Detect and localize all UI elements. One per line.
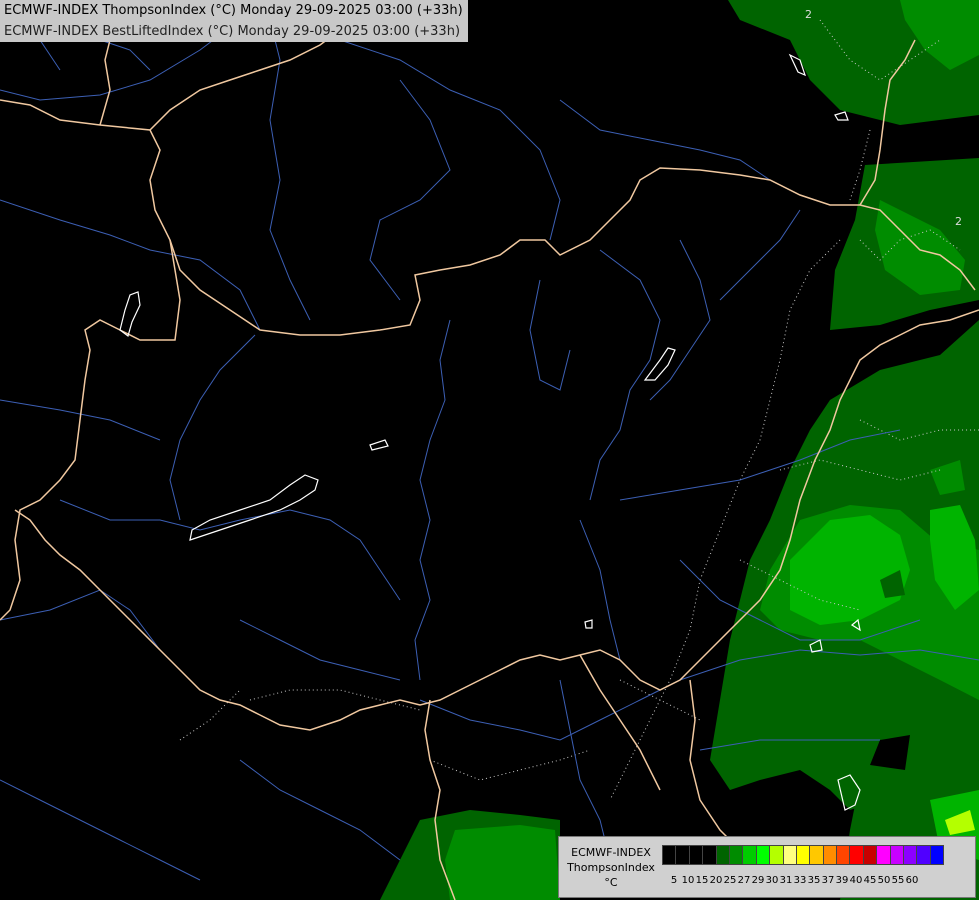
legend-swatch <box>715 845 730 865</box>
legend-tick-label: 45 <box>863 875 877 886</box>
legend-tick-label: 5 <box>670 875 678 886</box>
legend-swatch <box>876 845 891 865</box>
contour-label-right: 2 <box>955 215 962 228</box>
legend-swatch <box>822 845 838 865</box>
legend-tick-label: 37 <box>821 875 835 886</box>
legend-model: ECMWF-INDEX <box>571 846 651 859</box>
legend-unit: °C <box>604 876 618 889</box>
legend-swatch <box>862 845 878 865</box>
map-title: ECMWF-INDEX ThompsonIndex (°C) Monday 29… <box>0 0 468 42</box>
legend-swatch <box>675 845 690 865</box>
legend-tick-label: 40 <box>849 875 863 886</box>
legend-swatch <box>782 845 797 865</box>
legend-variable: ThompsonIndex <box>567 861 655 874</box>
legend-swatch <box>755 845 771 865</box>
legend-tick-label: 15 <box>695 875 709 886</box>
legend-ticks: 5 10 15 20 25 27 29 30 31 33 35 37 39 40 45 50 55 60 <box>667 875 919 886</box>
legend-tick-label: 10 <box>681 875 695 886</box>
legend-swatch <box>688 845 704 865</box>
legend-swatch <box>795 845 811 865</box>
legend-label: ECMWF-INDEX ThompsonIndex °C <box>561 845 661 890</box>
legend-tick-label: 31 <box>779 875 793 886</box>
legend-tick-label: 39 <box>835 875 849 886</box>
legend-tick-label: 50 <box>877 875 891 886</box>
contour-label-top: 2 <box>805 8 812 21</box>
legend-tick-label: 20 <box>709 875 723 886</box>
legend-swatch <box>809 845 824 865</box>
legend-swatch <box>889 845 905 865</box>
legend-swatch <box>916 845 931 865</box>
legend-swatch <box>849 845 864 865</box>
title-line-2: ECMWF-INDEX BestLiftedIndex (°C) Monday … <box>4 24 461 39</box>
legend-tick-label: 30 <box>765 875 779 886</box>
legend-swatches <box>662 845 945 867</box>
legend-swatch <box>769 845 784 865</box>
weather-map: 2 2 <box>0 0 979 900</box>
title-line-1: ECMWF-INDEX ThompsonIndex (°C) Monday 29… <box>4 3 463 18</box>
legend-swatch <box>836 845 851 865</box>
legend-swatch <box>702 845 717 865</box>
legend-tick-label: 60 <box>905 875 919 886</box>
legend-swatch <box>662 845 677 865</box>
legend-swatch <box>742 845 757 865</box>
legend-tick-label: 35 <box>807 875 821 886</box>
legend-swatch <box>903 845 918 865</box>
legend-swatch <box>728 845 744 865</box>
legend-tick-label: 29 <box>751 875 765 886</box>
legend-tick-label: 27 <box>737 875 751 886</box>
legend-tick-label: 33 <box>793 875 807 886</box>
legend-swatch <box>929 845 945 865</box>
legend-tick-label: 55 <box>891 875 905 886</box>
color-legend: ECMWF-INDEX ThompsonIndex °C 5 10 15 20 25 27… <box>558 836 976 898</box>
legend-tick-label: 25 <box>723 875 737 886</box>
